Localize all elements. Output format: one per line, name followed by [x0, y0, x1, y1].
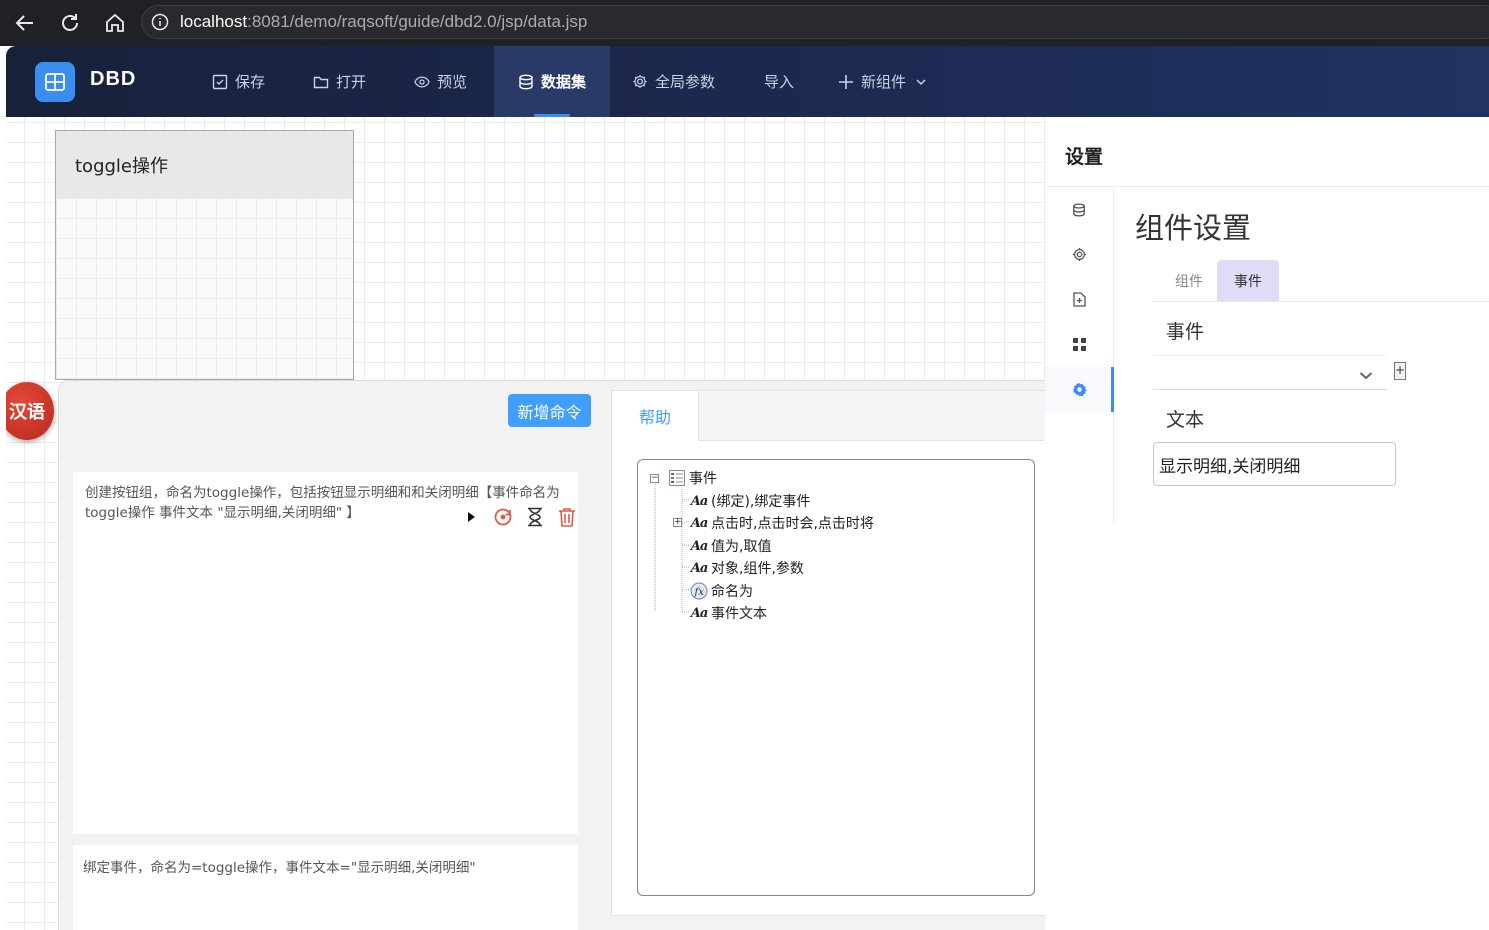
side-settings-icon[interactable] [1045, 367, 1114, 412]
aa-icon: Aa [690, 515, 709, 531]
help-tree: − 事件 Aa (绑定),绑定事件 + Aa 点击时,点击时会,点击时将 Aa … [637, 459, 1035, 896]
nav-open-label: 打开 [336, 73, 367, 91]
tree-item[interactable]: Aa 对象,组件,参数 [690, 558, 804, 578]
aa-icon: Aa [690, 605, 709, 621]
reload-icon[interactable] [56, 9, 84, 37]
app-frame: DBD 保存 打开 预览 数据集 全局参数 导入 新组件 toggle操作 汉语… [6, 46, 1489, 930]
tab-event[interactable]: 事件 [1217, 260, 1279, 302]
command-actions [461, 507, 577, 527]
folder-icon [313, 74, 329, 90]
aa-icon: Aa [690, 538, 709, 554]
text-label: 文本 [1166, 409, 1205, 431]
event-select[interactable] [1153, 355, 1387, 390]
list-icon [668, 469, 686, 487]
command-panel: 新增命令 创建按钮组，命名为toggle操作，包括按钮显示明细和和关闭明细【事件… [58, 380, 1058, 930]
nav-save[interactable]: 保存 [196, 46, 281, 117]
component-settings-title: 组件设置 [1135, 211, 1252, 245]
nav-global-params-label: 全局参数 [655, 73, 716, 91]
tree-item-label: 命名为 [711, 584, 753, 600]
tree-root[interactable]: 事件 [668, 468, 717, 488]
nav-preview[interactable]: 预览 [398, 46, 483, 117]
tree-item-label: (绑定),绑定事件 [711, 494, 811, 510]
side-gear-icon[interactable] [1045, 232, 1113, 277]
aa-icon: Aa [690, 493, 709, 509]
side-grid-icon[interactable] [1045, 322, 1113, 367]
new-command-button[interactable]: 新增命令 [508, 394, 591, 427]
chevron-down-icon[interactable] [1359, 366, 1373, 385]
widget-title: toggle操作 [56, 131, 353, 198]
settings-title: 设置 [1065, 146, 1104, 168]
delete-icon[interactable] [557, 507, 577, 527]
nav-save-label: 保存 [235, 73, 266, 91]
tree-item-label: 值为,取值 [711, 539, 772, 555]
command-output-text: 绑定事件，命名为=toggle操作，事件文本="显示明细,关闭明细" [83, 860, 476, 876]
chevron-down-icon [913, 74, 929, 90]
function-icon: fx [690, 582, 708, 600]
tree-item-label: 事件文本 [711, 606, 767, 622]
tree-item-label: 对象,组件,参数 [711, 561, 804, 577]
hourglass-icon[interactable] [525, 507, 545, 527]
back-icon[interactable] [11, 9, 39, 37]
tree-item[interactable]: Aa 事件文本 [690, 603, 767, 623]
nav-open[interactable]: 打开 [297, 46, 382, 117]
widget-body [56, 198, 353, 379]
settings-sidebar [1045, 187, 1114, 525]
command-output-box: 绑定事件，命名为=toggle操作，事件文本="显示明细,关闭明细" [73, 845, 578, 930]
play-icon[interactable] [461, 507, 481, 527]
side-file-icon[interactable] [1045, 277, 1113, 322]
settings-panel: 设置 组件设置 组件 事件 事件 + 文本 显示明细,关闭明细 [1045, 117, 1489, 930]
tree-item[interactable]: Aa 点击时,点击时会,点击时将 [690, 513, 874, 533]
app-logo-text: DBD [90, 68, 137, 90]
plus-icon [838, 74, 854, 90]
expand-icon[interactable]: + [673, 518, 682, 527]
event-label: 事件 [1166, 321, 1205, 343]
nav-import-label: 导入 [764, 73, 795, 91]
aa-icon: Aa [690, 560, 709, 576]
browser-toolbar: localhost:8081/demo/raqsoft/guide/dbd2.0… [0, 0, 1489, 46]
home-icon[interactable] [101, 9, 129, 37]
nav-new-component-label: 新组件 [861, 73, 907, 91]
tab-help[interactable]: 帮助 [612, 391, 699, 441]
rerun-icon[interactable] [493, 507, 513, 527]
save-icon [212, 74, 228, 90]
nav-new-component[interactable]: 新组件 [822, 46, 945, 117]
tree-item-label: 点击时,点击时会,点击时将 [711, 516, 874, 532]
nav-preview-label: 预览 [437, 73, 468, 91]
command-input-box[interactable]: 创建按钮组，命名为toggle操作，包括按钮显示明细和和关闭明细【事件命名为 t… [73, 472, 578, 834]
nav-global-params[interactable]: 全局参数 [616, 46, 731, 117]
button-group-widget[interactable]: toggle操作 [55, 130, 354, 380]
nav-dataset-label: 数据集 [540, 73, 586, 91]
database-icon [518, 74, 534, 90]
tree-item[interactable]: fx 命名为 [690, 581, 753, 601]
nav-dataset[interactable]: 数据集 [494, 46, 610, 117]
tab-underline [1153, 301, 1489, 302]
side-database-icon[interactable] [1045, 187, 1113, 232]
event-text-input[interactable] [1153, 442, 1396, 486]
app-logo-icon [35, 62, 75, 102]
design-canvas[interactable]: toggle操作 汉语 新增命令 创建按钮组，命名为toggle操作，包括按钮显… [6, 117, 1058, 930]
add-event-button[interactable]: + [1394, 362, 1406, 380]
help-tabbar: 帮助 [612, 391, 1046, 441]
svg-text:fx: fx [694, 587, 705, 598]
collapse-icon[interactable]: − [650, 474, 659, 483]
eye-icon [414, 74, 430, 90]
info-icon[interactable] [150, 12, 170, 32]
tree-item[interactable]: Aa (绑定),绑定事件 [690, 491, 811, 511]
app-header: DBD 保存 打开 预览 数据集 全局参数 导入 新组件 [6, 46, 1489, 117]
help-panel: 帮助 − 事件 Aa (绑定),绑定事件 + Aa 点击时,点击时会,点击时将 … [611, 390, 1047, 916]
tree-root-label: 事件 [689, 471, 717, 487]
language-badge[interactable]: 汉语 [6, 382, 54, 440]
tab-component[interactable]: 组件 [1159, 260, 1219, 302]
tree-item[interactable]: Aa 值为,取值 [690, 536, 772, 556]
gear-icon [632, 74, 648, 90]
nav-import[interactable]: 导入 [748, 46, 810, 117]
address-bar[interactable]: localhost:8081/demo/raqsoft/guide/dbd2.0… [141, 5, 1489, 39]
url-text: localhost:8081/demo/raqsoft/guide/dbd2.0… [180, 12, 588, 31]
